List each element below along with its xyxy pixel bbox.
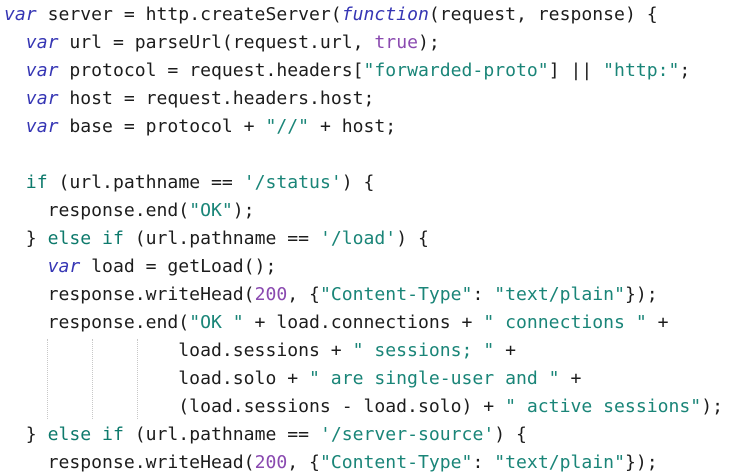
code-token-plain: , { <box>287 452 320 473</box>
code-line[interactable]: load.solo + " are single-user and " + <box>4 365 581 393</box>
code-line[interactable]: (load.sessions - load.solo) + " active s… <box>4 393 723 421</box>
code-token-plain: load.sessions + <box>4 340 353 361</box>
code-token-keyword: var <box>47 256 81 277</box>
code-token-plain: }); <box>624 284 658 305</box>
code-line[interactable]: } else if (url.pathname == '/load') { <box>4 225 429 253</box>
code-token-control: else if <box>47 228 124 249</box>
code-token-plain: server = http.createServer( <box>36 4 342 25</box>
code-token-plain: base = protocol + <box>58 116 266 137</box>
code-token-plain: (url.pathname == <box>123 424 320 445</box>
code-token-plain: + <box>559 368 582 389</box>
code-line[interactable]: response.writeHead(200, {"Content-Type":… <box>4 449 658 474</box>
code-token-string: "http:" <box>603 60 680 81</box>
code-token-plain: + <box>494 340 517 361</box>
code-line[interactable]: } else if (url.pathname == '/server-sour… <box>4 421 527 449</box>
code-line[interactable]: var base = protocol + "//" + host; <box>4 113 396 141</box>
code-token-number: 200 <box>254 284 288 305</box>
code-token-plain: (url.pathname == <box>123 228 320 249</box>
code-token-plain: load.solo + <box>4 368 310 389</box>
code-line[interactable]: response.end("OK " + load.connections + … <box>4 309 669 337</box>
code-token-plain: : <box>472 452 495 473</box>
code-token-keyword: function <box>341 4 429 25</box>
code-line[interactable]: var load = getLoad(); <box>4 253 277 281</box>
code-token-plain: (url.pathname == <box>47 172 244 193</box>
code-token-plain: : <box>472 284 495 305</box>
code-token-string: "forwarded-proto" <box>363 60 549 81</box>
code-token-string: "text/plain" <box>494 452 625 473</box>
code-token-string: '/load' <box>319 228 397 249</box>
code-line[interactable]: var protocol = request.headers["forwarde… <box>4 57 691 85</box>
code-token-plain: }); <box>624 452 658 473</box>
code-token-keyword: var <box>25 60 59 81</box>
code-editor[interactable]: var server = http.createServer(function(… <box>0 0 754 474</box>
code-line[interactable]: load.sessions + " sessions; " + <box>4 337 516 365</box>
code-token-string: "//" <box>265 116 310 137</box>
code-token-plain: ) { <box>494 424 527 445</box>
code-token-control: else if <box>47 424 124 445</box>
code-token-number: 200 <box>254 452 288 473</box>
code-token-plain: protocol = request.headers[ <box>58 60 364 81</box>
code-token-string: "OK " <box>189 312 244 333</box>
code-token-plain: (request, response) { <box>428 4 658 25</box>
code-token-string: "Content-Type" <box>319 284 473 305</box>
code-token-string: " are single-user and " <box>309 368 560 389</box>
code-token-plain: url = parseUrl(request.url, <box>58 32 375 53</box>
code-token-control: if <box>25 172 48 193</box>
code-token-plain: + load.connections + <box>243 312 484 333</box>
code-token-plain: ); <box>701 396 723 417</box>
code-token-number: true <box>374 32 418 53</box>
code-token-plain: ); <box>417 32 440 53</box>
code-token-plain: + host; <box>309 116 397 137</box>
code-token-plain: , { <box>287 284 320 305</box>
code-token-string: " active sessions" <box>505 396 702 417</box>
code-token-plain: load = getLoad(); <box>80 256 277 277</box>
code-line[interactable]: response.writeHead(200, {"Content-Type":… <box>4 281 658 309</box>
code-token-plain: ); <box>232 200 255 221</box>
code-token-plain: response.writeHead( <box>4 452 255 473</box>
code-line[interactable]: var server = http.createServer(function(… <box>4 1 658 29</box>
code-token-plain: ; <box>679 60 691 81</box>
code-token-plain: ) { <box>396 228 429 249</box>
code-line[interactable]: var host = request.headers.host; <box>4 85 375 113</box>
code-token-plain: host = request.headers.host; <box>58 88 375 109</box>
code-line[interactable]: var url = parseUrl(request.url, true); <box>4 29 440 57</box>
code-line[interactable]: response.end("OK"); <box>4 197 255 225</box>
code-token-plain: response.writeHead( <box>4 284 255 305</box>
code-token-string: "OK" <box>189 200 233 221</box>
code-line[interactable]: if (url.pathname == '/status') { <box>4 169 375 197</box>
code-token-keyword: var <box>25 32 59 53</box>
code-token-plain: } <box>4 424 48 445</box>
code-token-keyword: var <box>4 4 37 25</box>
code-token-plain: } <box>4 228 48 249</box>
code-token-plain: ] || <box>548 60 604 81</box>
code-token-keyword: var <box>25 116 59 137</box>
code-token-keyword: var <box>25 88 59 109</box>
code-token-string: " sessions; " <box>352 340 495 361</box>
code-token-string: '/server-source' <box>319 424 495 445</box>
code-token-string: " connections " <box>483 312 647 333</box>
code-token-plain: (load.sessions - load.solo) + <box>4 396 506 417</box>
code-token-plain: response.end( <box>4 200 190 221</box>
code-token-plain: ) { <box>341 172 375 193</box>
code-token-string: "Content-Type" <box>319 452 473 473</box>
code-token-plain: response.end( <box>4 312 190 333</box>
code-token-string: '/status' <box>243 172 342 193</box>
code-token-plain: + <box>646 312 669 333</box>
code-token-string: "text/plain" <box>494 284 625 305</box>
